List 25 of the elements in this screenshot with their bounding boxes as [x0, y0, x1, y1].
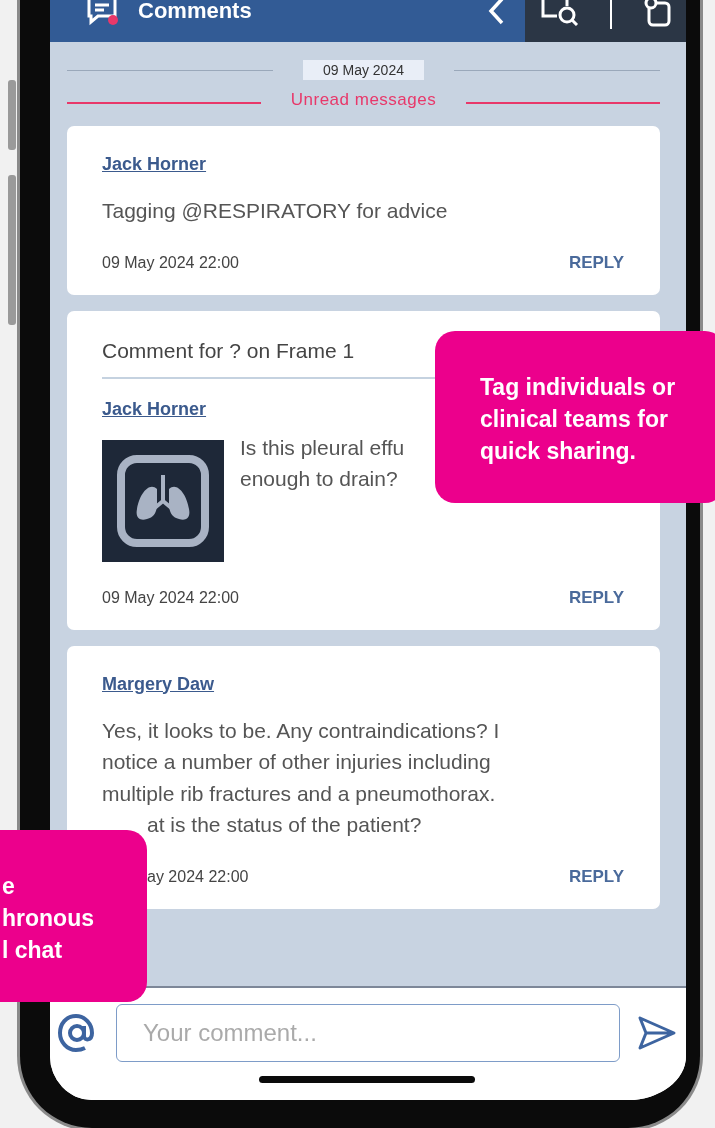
author-link[interactable]: Margery Daw: [102, 673, 215, 695]
reply-button[interactable]: REPLY: [568, 866, 624, 887]
comment-text: Is this pleural effu enough to drain?: [240, 434, 405, 492]
send-icon[interactable]: [638, 1016, 676, 1050]
header-title: Comments: [138, 0, 253, 24]
feature-callout: e hronous l chat: [0, 830, 147, 1002]
feature-callout: Tag individuals or clinical teams for quick sharing.: [435, 331, 715, 503]
comment-text: Tagging @RESPIRATORY for advice: [102, 198, 449, 224]
comment-input-field[interactable]: Your comment...: [116, 1004, 620, 1062]
reply-button[interactable]: REPLY: [568, 587, 624, 608]
comment-timestamp: 09 May 2024 22:00: [102, 253, 239, 272]
comment-notification-icon[interactable]: [86, 0, 120, 26]
author-link[interactable]: Jack Horner: [102, 154, 207, 175]
comment-timestamp: ay 2024 22:00: [147, 867, 249, 886]
frame-icon[interactable]: [642, 0, 671, 27]
unread-divider: Unread messages: [290, 90, 437, 110]
author-link[interactable]: Jack Horner: [102, 398, 207, 420]
search-comments-icon[interactable]: [540, 0, 579, 26]
image-thumbnail[interactable]: [102, 439, 224, 562]
back-chevron-icon[interactable]: [487, 0, 505, 25]
reply-button[interactable]: REPLY: [568, 252, 624, 273]
comment-text: Yes, it looks to be. Any contraindications? I notice a number of other injuries including multiple rib fractures and a pneumothorax.: [102, 717, 501, 807]
lungs-icon: [115, 452, 211, 549]
comment-text: at is the status of the patient?: [147, 812, 423, 838]
comment-timestamp: 09 May 2024 22:00: [102, 588, 239, 607]
